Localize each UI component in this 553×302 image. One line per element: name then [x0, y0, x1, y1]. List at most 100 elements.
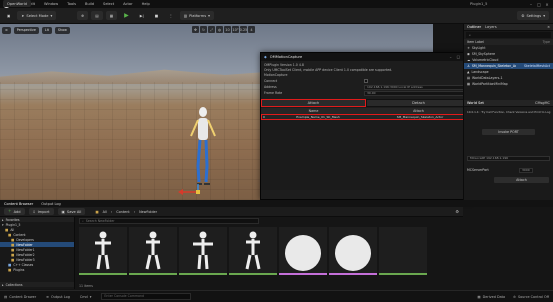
outliner-search[interactable]: ⌕ — [466, 32, 551, 38]
scale-snap-value[interactable]: 0.25 — [240, 26, 247, 33]
add-button[interactable]: ＋ Add — [4, 208, 25, 215]
console-input[interactable]: Enter Console Command — [101, 293, 192, 300]
source-control-icon: ⊘ — [513, 294, 516, 299]
search-icon: ⌕ — [82, 219, 84, 223]
advance-frame-icon[interactable]: ▶| — [136, 11, 148, 20]
frame-rate-input[interactable]: 30.00 — [364, 90, 464, 96]
world-icon[interactable]: ◍ — [216, 26, 223, 33]
project-tab[interactable]: OpenWorld — [3, 0, 31, 7]
details-panel: World Set CMsgMC 10.0.1.4 : Try Call Fun… — [463, 100, 553, 200]
mesh-icon: ◉ — [467, 52, 470, 56]
transform-gizmo[interactable] — [176, 184, 216, 198]
asset-thumbnail[interactable] — [229, 227, 277, 275]
tab-content-browser[interactable]: Content Browser — [4, 202, 33, 206]
show-button[interactable]: Show — [54, 26, 70, 34]
menu-tools[interactable]: Tools — [67, 2, 76, 6]
close-icon[interactable]: × — [543, 2, 551, 7]
camera-speed-value[interactable]: 4 — [248, 26, 255, 33]
motion-capture-plugin-window: ◆ OMMotionCapture – □ × OMPlugin Version… — [260, 52, 472, 200]
folder-tree: ▸ Favorites ▾ Plugin1_5 ■ All ■ Content ■ Dev… — [0, 217, 75, 289]
close-icon[interactable]: × — [547, 25, 550, 29]
save-icon[interactable]: ▣ — [3, 11, 14, 20]
plugin-title-bar[interactable]: ◆ OMMotionCapture – □ × — [261, 53, 471, 61]
output-log-button[interactable]: ≡ Output Log — [46, 295, 70, 299]
asset-search[interactable]: ⌕ Search NewFolder — [79, 218, 259, 224]
mannequin-character[interactable] — [186, 106, 220, 190]
select-mode-dropdown[interactable]: ➤ Select Mode ▾ — [17, 11, 57, 20]
address-input[interactable]: 192.168.1.196:3000 Local IP address — [364, 84, 464, 90]
import-button[interactable]: ⇩ Import — [28, 208, 54, 215]
platforms-dropdown[interactable]: ▥ Platforms ▾ — [179, 11, 214, 20]
menu-select[interactable]: Select — [103, 2, 114, 6]
chevron-down-icon: ▾ — [50, 13, 53, 18]
breadcrumb-newfolder[interactable]: NewFolder — [139, 210, 157, 214]
settings-button[interactable]: ⚙ Settings ▾ — [517, 11, 549, 20]
grid-snap-value[interactable]: 10 — [224, 26, 231, 33]
maximize-icon[interactable]: □ — [535, 2, 543, 7]
connect-checkbox[interactable] — [364, 79, 368, 83]
map-icon: ▦ — [467, 82, 471, 86]
menu-help[interactable]: Help — [142, 2, 150, 6]
cmd-dropdown[interactable]: Cmd ▾ — [80, 295, 92, 299]
attach-button[interactable]: Attach — [261, 99, 366, 107]
local-ip-field: MCLocalIP 192.168.1.196 — [464, 155, 553, 161]
local-ip-input[interactable]: MCLocalIP 192.168.1.196 — [467, 155, 550, 161]
menu-actor[interactable]: Actor — [123, 2, 132, 6]
asset-thumbnail[interactable] — [379, 227, 427, 275]
plugin-minimize-icon[interactable]: – — [450, 55, 452, 59]
plugin-maximize-icon[interactable]: □ — [457, 55, 460, 59]
asset-thumbnail[interactable] — [179, 227, 227, 275]
invoke-port-button[interactable]: Invoke PORT — [482, 129, 535, 135]
collections-header[interactable]: ▸ Collections — [0, 282, 74, 287]
item-count: 11 items — [79, 284, 93, 288]
sphere-thumbnail-icon — [285, 235, 321, 271]
save-all-button[interactable]: ▣ Save All — [57, 208, 86, 215]
scale-icon[interactable]: ⤢ — [208, 26, 215, 33]
source-control-button[interactable]: ⊘ Source Control Off — [513, 295, 549, 299]
menu-window[interactable]: Window — [44, 2, 58, 6]
server-port-field: MCServerPort 3000 — [464, 167, 553, 173]
quick-add-icon[interactable]: ⊕ — [77, 11, 89, 20]
tab-output-log[interactable]: Output Log — [41, 202, 61, 206]
select-mode-icon: ➤ — [21, 13, 25, 18]
mannequin-thumbnail-icon — [95, 231, 111, 270]
rotation-snap-value[interactable]: 10° — [232, 26, 239, 33]
derived-data-button[interactable]: ▦ Derived Data — [477, 295, 505, 299]
asset-thumbnail[interactable] — [279, 227, 327, 275]
tab-cmsgmc[interactable]: CMsgMC — [535, 101, 550, 105]
server-port-input[interactable]: 3000 — [519, 167, 533, 173]
tab-world-settings[interactable]: World Set — [467, 101, 484, 105]
play-options-icon[interactable]: ⋮ — [165, 11, 177, 20]
perspective-button[interactable]: Perspective — [13, 26, 39, 34]
row-attach[interactable]: SM_Mannequin_Skeleton_Actor — [369, 115, 471, 119]
settings-icon[interactable]: ⚙ — [455, 209, 459, 214]
tab-layers[interactable]: Layers — [485, 25, 497, 29]
play-button[interactable]: ▶ — [120, 11, 133, 20]
attach-detach-row: Attach Detach — [261, 99, 471, 107]
rotate-icon[interactable]: ↻ — [200, 26, 207, 33]
detach-button[interactable]: Detach — [366, 99, 471, 107]
tab-outliner[interactable]: Outliner — [467, 25, 481, 29]
blueprints-icon[interactable]: ▤ — [91, 11, 103, 20]
view-mode-button[interactable]: Lit — [41, 26, 52, 34]
details-attach-button[interactable]: Attach — [494, 177, 549, 183]
sphere-thumbnail-icon — [335, 235, 371, 271]
stop-icon[interactable]: ■ — [151, 11, 162, 20]
asset-thumbnail[interactable] — [329, 227, 377, 275]
content-drawer-button[interactable]: ▤ Content Drawer — [4, 295, 36, 299]
viewport-menu-icon[interactable]: ≡ — [2, 26, 11, 34]
asset-thumbnail[interactable] — [129, 227, 177, 275]
asset-thumbnail[interactable] — [79, 227, 127, 275]
move-icon[interactable]: ✥ — [192, 26, 199, 33]
folder-icon: ■ — [95, 209, 99, 214]
log-icon: ≡ — [46, 294, 49, 299]
minimize-icon[interactable]: – — [527, 2, 535, 7]
sequencer-icon[interactable]: ▦ — [105, 11, 118, 20]
title-bar: File Edit Window Tools Build Select Acto… — [0, 0, 553, 8]
outliner-row[interactable]: ▦ WorldPartitionMiniMap — [464, 81, 553, 87]
menu-build[interactable]: Build — [85, 2, 94, 6]
platforms-icon: ▥ — [183, 13, 188, 18]
breadcrumb-content[interactable]: Content — [116, 210, 130, 214]
breadcrumb-all[interactable]: All — [103, 210, 107, 214]
tree-item[interactable]: ■ Plugins — [0, 267, 74, 272]
